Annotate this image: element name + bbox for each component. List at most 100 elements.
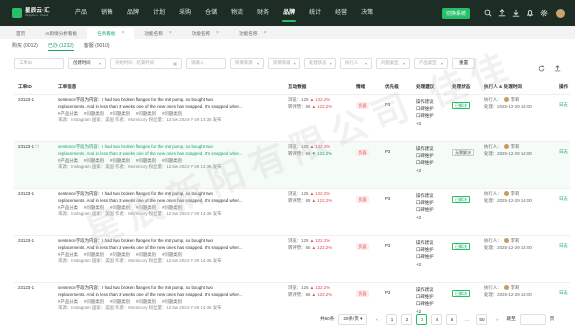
tag[interactable]: #问题类别 — [136, 252, 156, 257]
log-link[interactable]: 日志 — [559, 149, 568, 156]
user-avatar[interactable] — [556, 8, 565, 18]
suggestion-item[interactable]: +2 — [416, 120, 434, 127]
tab-item[interactable]: 功能名称 × — [134, 28, 181, 39]
filter-ticket-id[interactable]: 工单ID — [14, 57, 64, 69]
ticket-title[interactable]: sentence字段为内容：I had two broken flanges f… — [58, 97, 288, 104]
suggestion-item[interactable]: 口碑维护 — [416, 206, 434, 213]
suggestion-item[interactable]: 操作建议 — [416, 286, 434, 293]
suggestion-item[interactable]: 口碑维护 — [416, 293, 434, 300]
prev-page-button[interactable]: ‹ — [371, 314, 382, 325]
tag[interactable]: #问题类别 — [110, 252, 130, 257]
goto-page-input[interactable] — [519, 313, 546, 325]
tag[interactable]: #问题类别 — [136, 111, 156, 116]
table-row[interactable]: 23123-1 sentence字段为内容：I had two broken fl… — [14, 94, 570, 141]
tag[interactable]: #问题类别 — [162, 299, 182, 304]
filter-executor[interactable]: 执行人 ▾ — [340, 57, 372, 69]
page-button[interactable]: 5 — [446, 313, 458, 325]
table-row[interactable]: 23123-1 sentence字段为内容：I had two broken fl… — [14, 235, 570, 282]
suggestion-item[interactable]: 口碑维护 — [416, 300, 434, 307]
tag[interactable]: #问题类别 — [84, 205, 104, 210]
nav-item[interactable]: 品牌 — [120, 0, 146, 26]
filter-issue-type[interactable]: 问题类型 ▾ — [376, 57, 410, 69]
close-icon[interactable]: × — [122, 28, 125, 39]
tag[interactable]: #问题类别 — [162, 252, 182, 257]
suggestion-item[interactable]: 口碑维护 — [416, 199, 434, 206]
switch-system-button[interactable]: 切换系统 — [441, 7, 470, 19]
status-badge[interactable]: 已解决 — [452, 102, 470, 109]
tab-item[interactable]: 功能名称 × — [182, 28, 229, 39]
tag[interactable]: #产品分类 — [58, 299, 78, 304]
filter-keyword[interactable]: 请输入 — [186, 57, 226, 69]
page-button[interactable]: 2 — [401, 313, 413, 325]
ticket-title[interactable]: sentence字段为内容：I had two broken flanges f… — [58, 285, 288, 292]
suggestion-item[interactable]: 操作建议 — [416, 239, 434, 246]
tag[interactable]: #问题类别 — [84, 299, 104, 304]
tag[interactable]: #问题类别 — [110, 205, 130, 210]
tab-item[interactable]: 功能名称 × — [229, 28, 276, 39]
nav-item[interactable]: 统计 — [302, 0, 328, 26]
filter-source[interactable]: 舆情来源 ▾ — [230, 57, 264, 69]
nav-item[interactable]: 品牌 — [276, 0, 302, 26]
tag[interactable]: #产品分类 — [58, 252, 78, 257]
tag[interactable]: #问题类别 — [84, 111, 104, 116]
tag[interactable]: #问题类别 — [162, 158, 182, 163]
nav-item[interactable]: 采购 — [172, 0, 198, 26]
subtab-item[interactable]: 已办 (1232) — [47, 42, 74, 51]
nav-item[interactable]: 决策 — [354, 0, 380, 26]
reset-button[interactable]: 重置 — [452, 57, 476, 69]
tag[interactable]: #问题类别 — [110, 111, 130, 116]
bell-icon[interactable] — [526, 9, 534, 17]
suggestion-item[interactable]: 口碑维护 — [416, 159, 434, 166]
upload-icon[interactable] — [498, 9, 506, 17]
suggestion-item[interactable]: 口碑维护 — [416, 112, 434, 119]
page-button[interactable]: 50 — [476, 313, 488, 325]
tab-item[interactable]: AI舆情分析看板 — [35, 28, 87, 39]
ticket-title[interactable]: sentence字段为内容：I had two broken flanges f… — [58, 191, 288, 198]
close-icon[interactable]: × — [263, 28, 266, 39]
suggestion-item[interactable]: 口碑维护 — [416, 152, 434, 159]
filter-created-time[interactable]: 创建时间 ▾ — [68, 57, 106, 69]
status-badge[interactable]: 无需解决 — [452, 149, 474, 156]
gear-icon[interactable] — [540, 9, 548, 17]
log-link[interactable]: 日志 — [559, 102, 568, 109]
tab-item[interactable]: 任务看板 × — [87, 28, 135, 39]
nav-item[interactable]: 财务 — [250, 0, 276, 26]
table-row[interactable]: 23123-1 sentence字段为内容：I had two broken fl… — [14, 188, 570, 235]
page-button[interactable]: 1 — [386, 313, 398, 325]
subtab-item[interactable]: 购买 (0012) — [12, 42, 38, 51]
nav-item[interactable]: 仓储 — [198, 0, 224, 26]
tag[interactable]: #问题类别 — [162, 205, 182, 210]
nav-item[interactable]: 产品 — [68, 0, 94, 26]
suggestion-item[interactable]: 操作建议 — [416, 145, 434, 152]
filter-product-type[interactable]: 产品类型 ▾ — [414, 57, 448, 69]
tag[interactable]: #问题类别 — [136, 158, 156, 163]
close-icon[interactable]: × — [169, 28, 172, 39]
suggestion-item[interactable]: +2 — [416, 167, 434, 174]
tab-item[interactable]: 首页 — [6, 28, 35, 39]
page-button[interactable]: 3 — [416, 313, 428, 325]
nav-item[interactable]: 计划 — [146, 0, 172, 26]
status-badge[interactable]: 已解决 — [452, 196, 470, 203]
tag[interactable]: #问题类别 — [110, 158, 130, 163]
ticket-title[interactable]: sentence字段为内容：I had two broken flanges f… — [58, 144, 288, 151]
tag[interactable]: #产品分类 — [58, 111, 78, 116]
tag[interactable]: #产品分类 — [58, 205, 78, 210]
tag[interactable]: #问题类别 — [110, 299, 130, 304]
tag[interactable]: #问题类别 — [162, 111, 182, 116]
suggestion-item[interactable]: +2 — [416, 261, 434, 268]
suggestion-item[interactable]: 口碑维护 — [416, 246, 434, 253]
tag[interactable]: #问题类别 — [136, 205, 156, 210]
search-icon[interactable] — [484, 9, 492, 17]
nav-item[interactable]: 经营 — [328, 0, 354, 26]
nav-item[interactable]: 销售 — [94, 0, 120, 26]
export-icon[interactable] — [554, 59, 561, 77]
suggestion-item[interactable]: 口碑维护 — [416, 253, 434, 260]
tag[interactable]: #产品分类 — [58, 158, 78, 163]
status-badge[interactable]: 已解决 — [452, 243, 470, 250]
suggestion-item[interactable]: 操作建议 — [416, 192, 434, 199]
download-icon[interactable] — [512, 9, 520, 17]
ticket-title[interactable]: sentence字段为内容：I had two broken flanges f… — [58, 238, 288, 245]
filter-level[interactable]: 舆情等级 ▾ — [268, 57, 300, 69]
tag[interactable]: #问题类别 — [136, 299, 156, 304]
suggestion-item[interactable]: +2 — [416, 214, 434, 221]
